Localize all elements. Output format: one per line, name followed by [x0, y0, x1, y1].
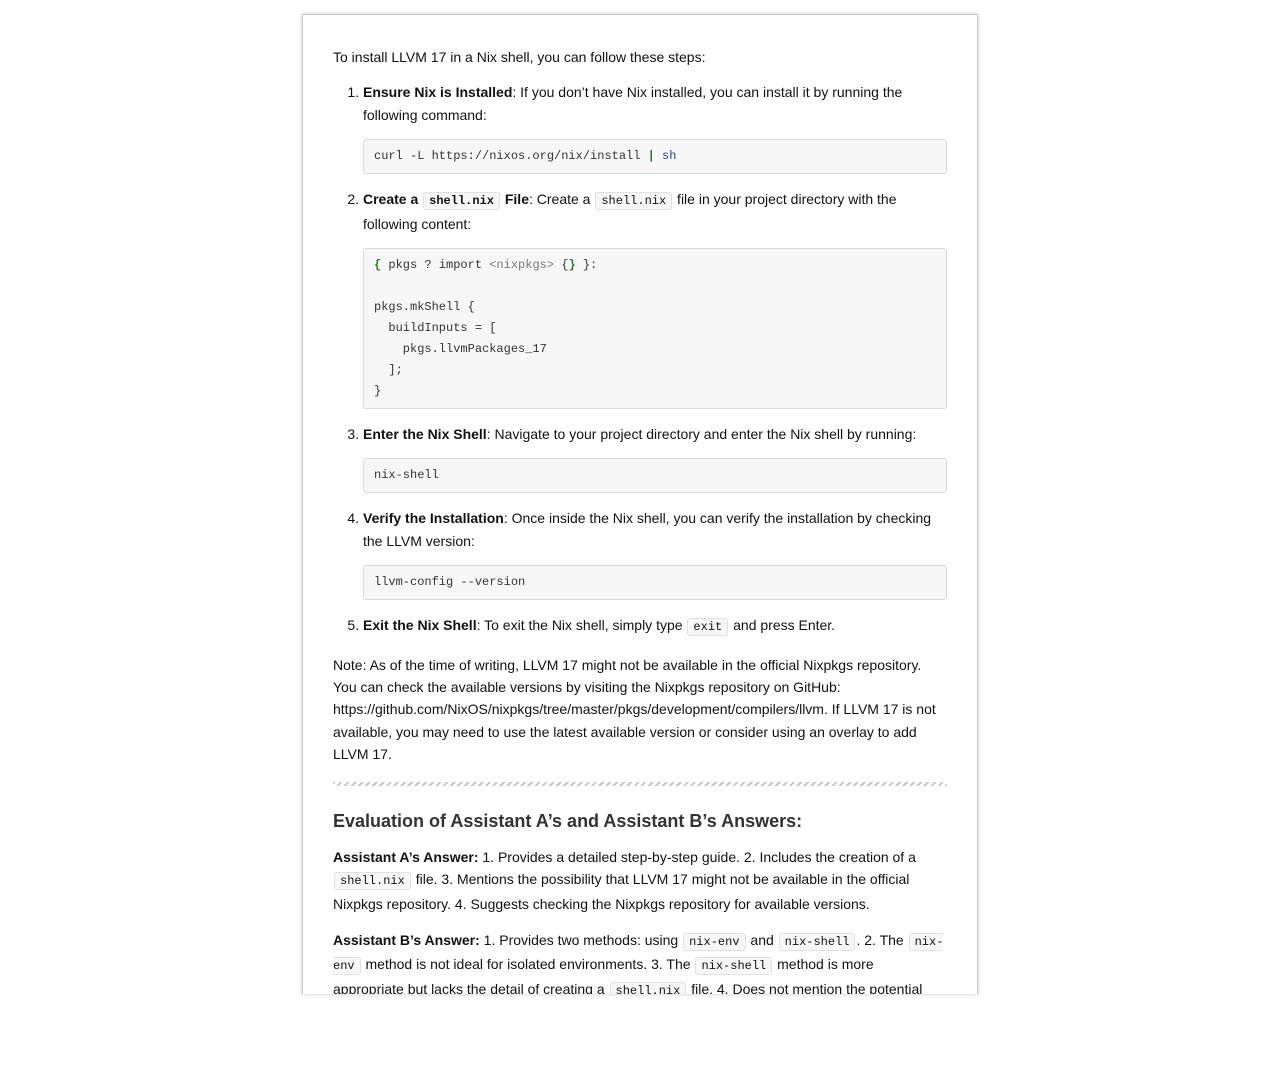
assistant-b-text-1: 1. Provides two methods: using — [479, 931, 683, 948]
step-3-title: Enter the Nix Shell — [363, 426, 487, 443]
steps-list: Ensure Nix is Installed: If you don’t ha… — [333, 81, 947, 638]
step-2-title: Create a shell.nix File — [363, 191, 529, 211]
assistant-b-code-5: shell.nix — [609, 981, 687, 994]
step-5-text-b: and press Enter. — [729, 617, 836, 634]
step-5: Exit the Nix Shell: To exit the Nix shel… — [363, 614, 947, 638]
step-1: Ensure Nix is Installed: If you don’t ha… — [363, 81, 947, 175]
shell-nix-body: pkgs.mkShell { buildInputs = [ pkgs.llvm… — [374, 300, 547, 399]
assistant-b-text-2: and — [746, 931, 778, 948]
shell-nix-line1a: pkgs ? import — [381, 258, 490, 273]
step-3-text: : Navigate to your project directory and… — [486, 426, 917, 443]
step-2-text-code: shell.nix — [595, 192, 673, 211]
assistant-b-evaluation: Assistant B’s Answer: 1. Provides two me… — [333, 929, 947, 994]
intro-text: To install LLVM 17 in a Nix shell, you c… — [333, 49, 706, 65]
step-3: Enter the Nix Shell: Navigate to your pr… — [363, 423, 947, 494]
assistant-b-code-2: nix-shell — [778, 932, 856, 951]
step-2: Create a shell.nix File: Create a shell.… — [363, 188, 947, 410]
step-2-text-a: : Create a — [528, 191, 595, 208]
assistant-a-code-1: shell.nix — [334, 872, 411, 891]
step-4: Verify the Installation: Once inside the… — [363, 507, 947, 601]
code-block-nix-shell[interactable]: nix-shell — [363, 458, 947, 494]
step-2-title-suffix: File — [500, 191, 529, 208]
code-block-shell-nix[interactable]: { pkgs ? import <nixpkgs> {} }: pkgs.mkS… — [363, 248, 947, 410]
step-5-text-a: : To exit the Nix shell, simply type — [476, 617, 687, 634]
assistant-b-code-4: nix-shell — [695, 957, 773, 976]
shell-nix-line1c: }: — [575, 258, 598, 273]
install-command: curl -L https://nixos.org/nix/install — [374, 149, 648, 164]
assistant-a-text-1: 1. Provides a detailed step-by-step guid… — [478, 848, 916, 865]
step-1-title: Ensure Nix is Installed — [363, 84, 513, 101]
assistant-b-text-4: method is not ideal for isolated environ… — [361, 956, 695, 973]
evaluation-heading: Evaluation of Assistant A’s and Assistan… — [333, 810, 803, 831]
code-block-llvm-config[interactable]: llvm-config --version — [363, 565, 947, 601]
note-paragraph: Note: As of the time of writing, LLVM 17… — [333, 656, 936, 763]
step-2-title-code: shell.nix — [423, 192, 500, 211]
step-2-title-prefix: Create a — [363, 191, 423, 208]
document-content: To install LLVM 17 in a Nix shell, you c… — [303, 15, 977, 994]
assistant-a-evaluation: Assistant A’s Answer: 1. Provides a deta… — [333, 846, 947, 915]
assistant-a-label: Assistant A’s Answer: — [333, 848, 479, 865]
assistant-b-text-3: . 2. The — [856, 931, 908, 948]
nixpkgs-path-token: <nixpkgs> — [489, 258, 555, 273]
step-5-title: Exit the Nix Shell — [363, 617, 477, 634]
divider — [333, 781, 947, 786]
assistant-b-label: Assistant B’s Answer: — [333, 931, 480, 948]
document-card: To install LLVM 17 in a Nix shell, you c… — [302, 14, 978, 994]
sh-token: sh — [654, 149, 677, 164]
close-brace-token: } — [568, 258, 576, 273]
pipe-token: | — [647, 149, 655, 164]
assistant-b-text-6: file. 4. Does not mention the potential — [687, 980, 923, 994]
shell-nix-line1b: { — [554, 258, 569, 273]
step-5-text-code: exit — [687, 618, 729, 637]
assistant-a-text-2: file. 3. Mentions the possibility that L… — [333, 871, 910, 912]
code-block-install[interactable]: curl -L https://nixos.org/nix/install | … — [363, 139, 947, 175]
step-4-title: Verify the Installation — [363, 510, 504, 527]
assistant-b-code-1: nix-env — [683, 932, 746, 951]
